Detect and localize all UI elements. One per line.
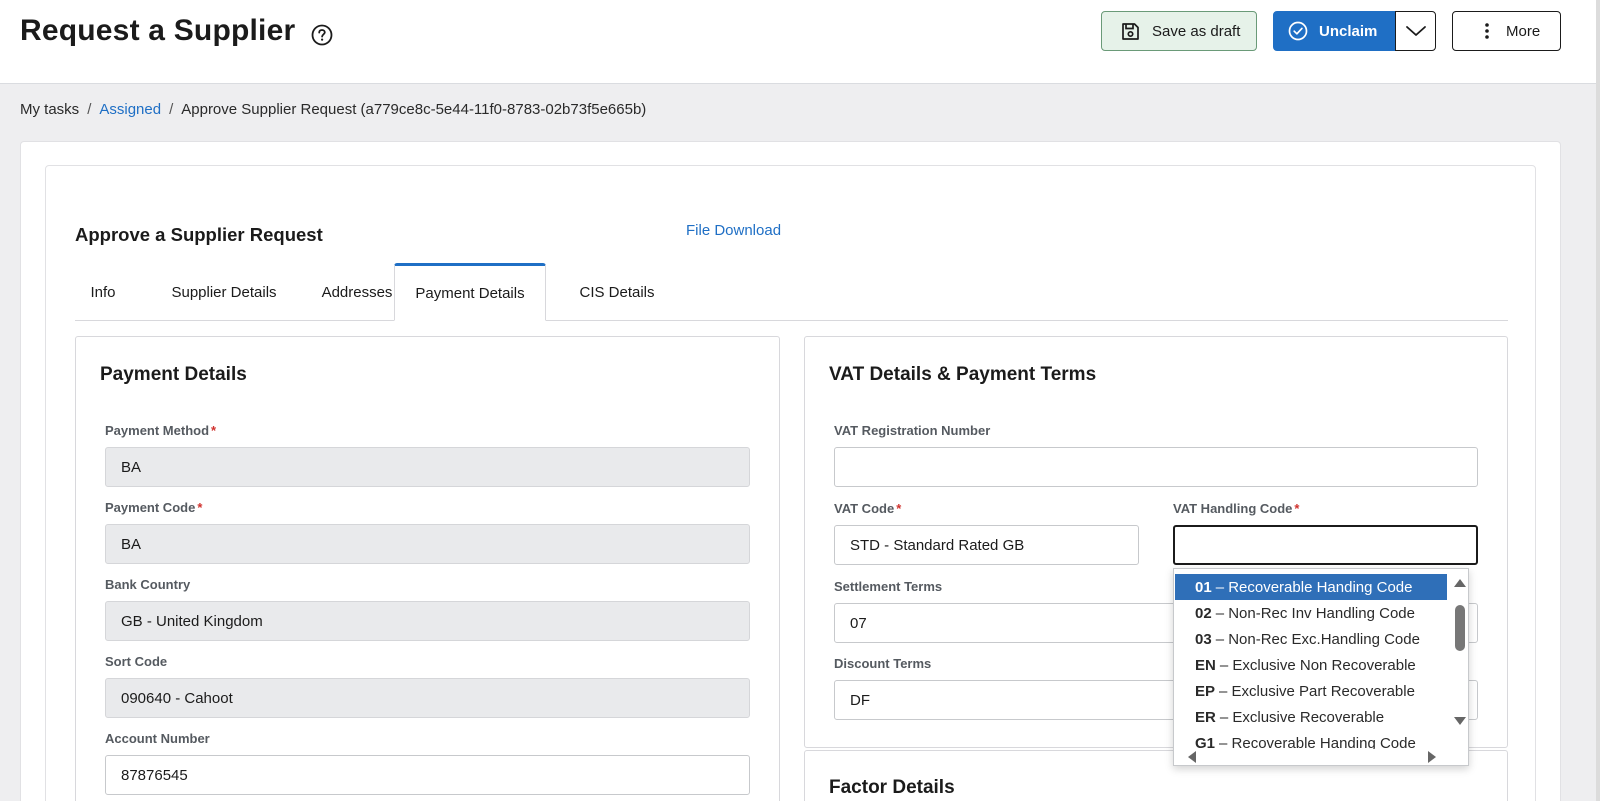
unclaim-button[interactable]: Unclaim: [1273, 11, 1396, 51]
payment-code-label: Payment Code *: [105, 500, 203, 515]
dropdown-vertical-scrollbar[interactable]: [1451, 569, 1469, 747]
tab-supplier-details[interactable]: Supplier Details: [151, 263, 297, 321]
file-download-link[interactable]: File Download: [686, 222, 781, 239]
save-as-draft-button[interactable]: Save as draft: [1101, 11, 1257, 51]
breadcrumb-separator: /: [169, 101, 174, 118]
vat-details-title: VAT Details & Payment Terms: [829, 364, 1097, 385]
dropdown-option[interactable]: 03– Non-Rec Exc.Handling Code: [1175, 626, 1447, 652]
breadcrumb-current: Approve Supplier Request (a779ce8c-5e44-…: [181, 101, 647, 118]
vat-handling-code-listbox[interactable]: 01– Recoverable Handing Code 02– Non-Rec…: [1173, 568, 1469, 766]
tab-bar: Info Supplier Details Addresses Payment …: [75, 263, 1508, 321]
dropdown-option[interactable]: EP – Exclusive Part Recoverable: [1175, 678, 1447, 704]
bank-country-field: GB - United Kingdom: [105, 601, 750, 641]
vat-code-label: VAT Code *: [834, 501, 902, 516]
sort-code-label: Sort Code: [105, 654, 168, 669]
payment-code-field: BA: [105, 524, 750, 564]
more-label: More: [1506, 22, 1541, 40]
chevron-down-icon: [1405, 26, 1426, 36]
scroll-down-arrow-icon[interactable]: [1451, 715, 1469, 729]
more-vertical-icon: [1485, 23, 1489, 39]
breadcrumb: My tasks / Assigned / Approve Supplier R…: [20, 101, 646, 118]
sort-code-field: 090640 - Cahoot: [105, 678, 750, 718]
dropdown-option[interactable]: 01– Recoverable Handing Code: [1175, 574, 1447, 600]
payment-method-field: BA: [105, 447, 750, 487]
scroll-right-arrow-icon[interactable]: [1426, 748, 1440, 766]
vat-registration-input[interactable]: [834, 447, 1478, 487]
breadcrumb-assigned-link[interactable]: Assigned: [99, 101, 161, 118]
discount-terms-label: Discount Terms: [834, 656, 932, 671]
save-floppy-icon: [1122, 22, 1139, 40]
page-title: Request a Supplier: [20, 14, 296, 47]
more-button[interactable]: More: [1452, 11, 1561, 51]
account-number-input[interactable]: 87876545: [105, 755, 750, 795]
help-circle-icon[interactable]: [311, 24, 333, 46]
breadcrumb-my-tasks[interactable]: My tasks: [20, 101, 79, 118]
page-scrollbar[interactable]: [1596, 0, 1600, 801]
scroll-left-arrow-icon[interactable]: [1184, 748, 1198, 766]
account-number-label: Account Number: [105, 731, 210, 746]
form-title: Approve a Supplier Request: [75, 224, 323, 245]
breadcrumb-separator: /: [87, 101, 92, 118]
dropdown-option[interactable]: 02– Non-Rec Inv Handling Code: [1175, 600, 1447, 626]
tab-info[interactable]: Info: [75, 263, 131, 321]
save-as-draft-label: Save as draft: [1152, 22, 1241, 40]
dropdown-option[interactable]: ER – Exclusive Recoverable: [1175, 704, 1447, 730]
dropdown-options: 01– Recoverable Handing Code 02– Non-Rec…: [1174, 574, 1447, 749]
top-bar: Request a Supplier Save as draft Unclaim…: [0, 0, 1596, 84]
dropdown-scroll-thumb[interactable]: [1455, 605, 1465, 651]
vat-code-select[interactable]: STD - Standard Rated GB: [834, 525, 1139, 565]
settlement-terms-label: Settlement Terms: [834, 579, 943, 594]
tab-payment-details[interactable]: Payment Details: [394, 263, 546, 321]
tab-cis-details[interactable]: CIS Details: [561, 263, 673, 321]
unclaim-label: Unclaim: [1319, 22, 1378, 40]
payment-details-title: Payment Details: [100, 364, 247, 385]
scroll-up-arrow-icon[interactable]: [1451, 575, 1469, 589]
dropdown-horizontal-scrollbar[interactable]: [1174, 747, 1452, 766]
bank-country-label: Bank Country: [105, 577, 191, 592]
check-circle-icon: [1288, 21, 1308, 41]
factor-details-title: Factor Details: [829, 777, 955, 798]
dropdown-option[interactable]: EN – Exclusive Non Recoverable: [1175, 652, 1447, 678]
unclaim-options-toggle[interactable]: [1395, 11, 1436, 51]
payment-method-label: Payment Method *: [105, 423, 217, 438]
vat-handling-code-label: VAT Handling Code *: [1173, 501, 1300, 516]
vat-registration-label: VAT Registration Number: [834, 423, 991, 438]
vat-handling-code-select[interactable]: [1173, 525, 1478, 565]
